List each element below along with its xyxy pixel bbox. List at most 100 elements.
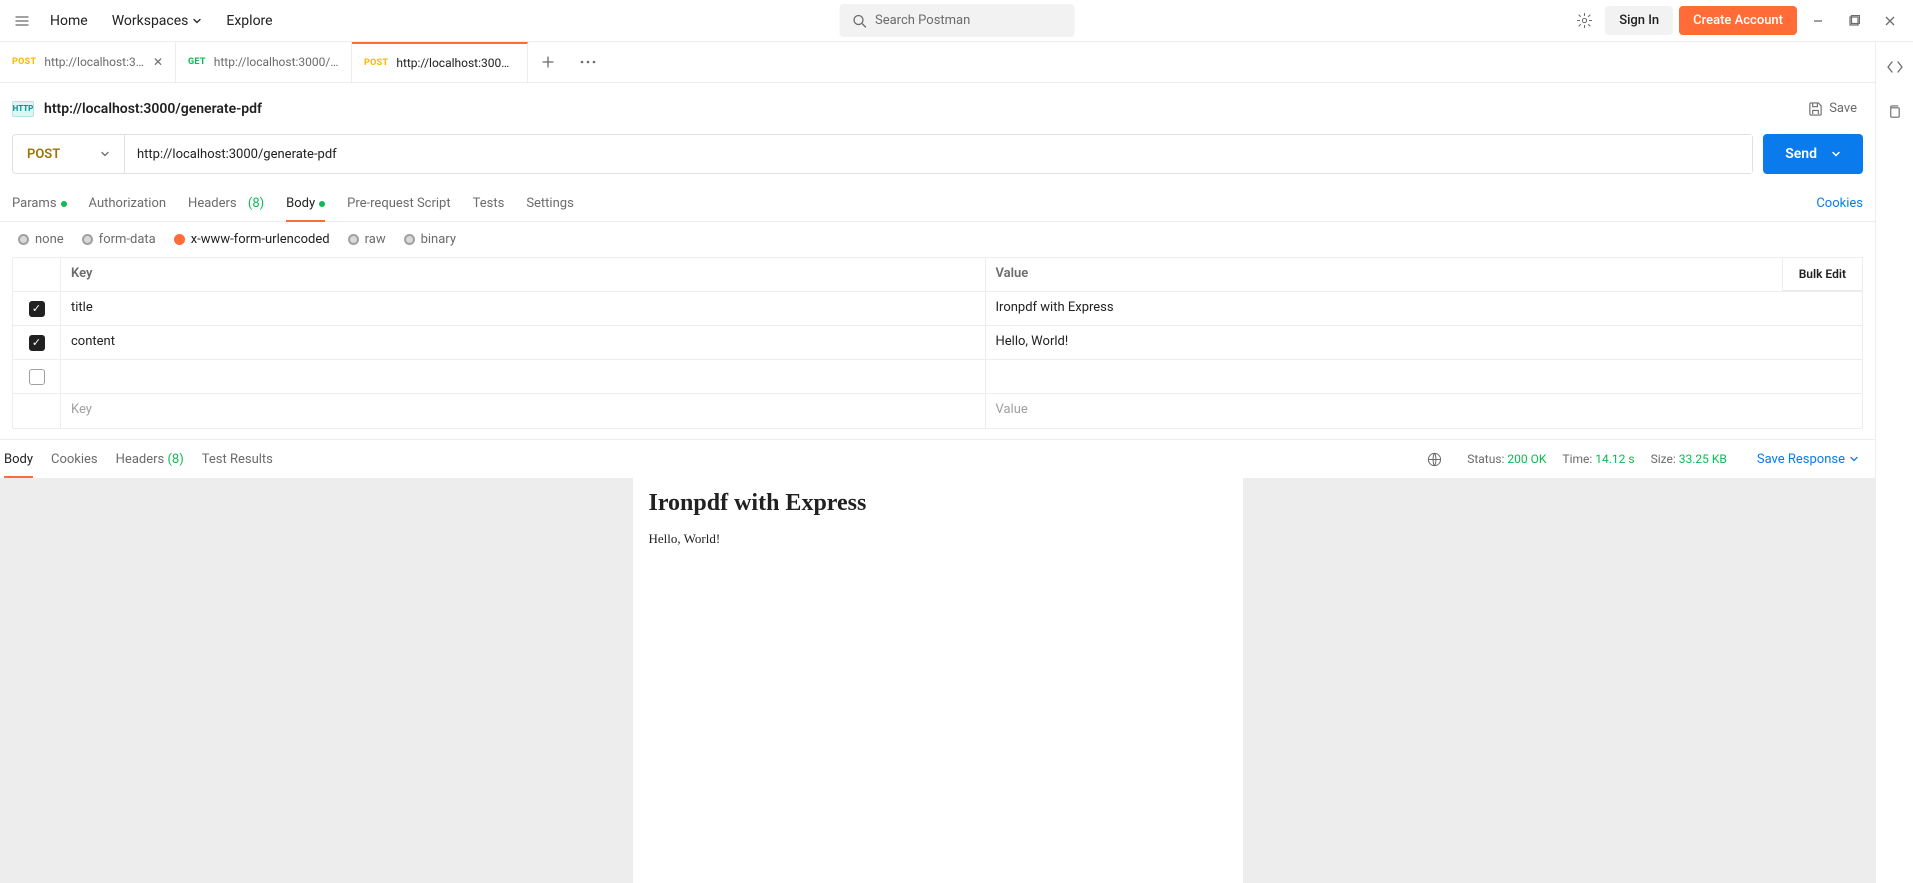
method-selector[interactable]: POST [13,135,125,173]
response-tab-testresults[interactable]: Test Results [202,440,273,478]
request-title-row: HTTP http://localhost:3000/generate-pdf … [0,83,1875,134]
request-title: http://localhost:3000/generate-pdf [44,101,262,117]
subtab-headers[interactable]: Headers (8) [188,186,264,221]
body-kv-table: Key Value ✓ title Ironpdf with Express ✓… [0,257,1875,429]
response-tab-headers[interactable]: Headers (8) [116,440,184,478]
url-box: POST [12,134,1753,174]
kv-key[interactable]: content [61,326,986,359]
response-paragraph: Hello, World! [649,531,1227,547]
request-tab-0[interactable]: POST http://localhost:3000 ✕ [0,42,176,82]
kv-key-placeholder[interactable]: Key [61,394,986,428]
tab-title: http://localhost:3000/ge [396,56,515,70]
search-input[interactable]: Search Postman [839,4,1074,37]
kv-header-key: Key [61,258,986,291]
subtab-body[interactable]: Body [286,186,325,221]
response-page: Ironpdf with Express Hello, World! [633,478,1243,883]
subtab-authorization[interactable]: Authorization [89,186,167,221]
close-icon[interactable]: ✕ [153,55,163,69]
kv-key[interactable]: title [61,292,986,325]
save-icon [1808,101,1823,116]
size-value: 33.25 KB [1679,452,1727,466]
copy-icon[interactable] [1880,96,1910,126]
send-label: Send [1785,146,1817,162]
create-account-button[interactable]: Create Account [1679,6,1797,35]
tab-method: POST [12,57,36,67]
hamburger-icon[interactable] [8,7,36,35]
url-row: POST Send [0,134,1875,186]
response-tab-body[interactable]: Body [4,440,33,478]
window-maximize-icon[interactable] [1839,6,1869,36]
globe-icon[interactable] [1419,444,1449,474]
dot-icon [61,201,67,207]
response-section: Body Cookies Headers (8) Test Results St… [0,439,1875,883]
nav-workspaces[interactable]: Workspaces [102,7,213,35]
radio-raw[interactable]: raw [348,232,386,247]
request-subtabs: Params Authorization Headers (8) Body Pr… [0,186,1875,222]
chevron-down-icon [100,149,110,159]
kv-value[interactable]: Ironpdf with Express [986,292,1863,325]
radio-none[interactable]: none [18,232,64,247]
bulk-edit-button[interactable]: Bulk Edit [1782,257,1863,291]
checkbox[interactable]: ✓ [29,301,45,317]
cookies-link[interactable]: Cookies [1816,196,1863,211]
kv-value-placeholder[interactable]: Value [986,394,1863,428]
kv-row[interactable]: ✓ title Ironpdf with Express [13,292,1862,326]
radio-xwww[interactable]: x-www-form-urlencoded [174,232,330,247]
top-bar: Home Workspaces Explore Search Postman S… [0,0,1913,42]
code-icon[interactable] [1880,52,1910,82]
url-input[interactable] [125,135,1752,173]
kv-value[interactable] [986,360,1863,393]
subtab-params[interactable]: Params [12,186,67,221]
time-value: 14.12 s [1595,452,1634,466]
tab-method: GET [188,57,206,67]
settings-icon[interactable] [1569,6,1599,36]
response-tab-cookies[interactable]: Cookies [51,440,98,478]
request-tab-2[interactable]: POST http://localhost:3000/ge [352,42,528,82]
save-label: Save [1829,101,1857,116]
send-button[interactable]: Send [1763,134,1863,174]
method-label: POST [27,147,60,162]
kv-row[interactable] [13,360,1862,394]
radio-binary[interactable]: binary [404,232,456,247]
window-close-icon[interactable] [1875,6,1905,36]
subtab-tests[interactable]: Tests [473,186,505,221]
radio-formdata[interactable]: form-data [82,232,156,247]
kv-key[interactable] [61,360,986,393]
search-icon [851,13,867,29]
chevron-down-icon [1831,149,1841,159]
subtab-prerequest[interactable]: Pre-request Script [347,186,450,221]
window-minimize-icon[interactable] [1803,6,1833,36]
nav-explore[interactable]: Explore [216,7,282,35]
right-rail [1875,42,1913,883]
response-metrics: Status: 200 OK Time: 14.12 s Size: 33.25… [1467,452,1727,466]
tab-title: http://localhost:3000 [44,55,145,69]
response-viewport[interactable]: Ironpdf with Express Hello, World! [0,478,1875,883]
kv-header-value: Value [986,258,1863,291]
save-button[interactable]: Save [1802,97,1863,120]
tab-method: POST [364,58,388,68]
dot-icon [319,201,325,207]
status-value: 200 OK [1507,452,1546,466]
nav-home[interactable]: Home [40,7,98,35]
kv-header-row: Key Value [13,258,1862,292]
response-tabs: Body Cookies Headers (8) Test Results St… [0,440,1875,478]
checkbox[interactable]: ✓ [29,335,45,351]
nav-workspaces-label: Workspaces [112,13,189,29]
request-tab-1[interactable]: GET http://localhost:3000/dow [176,42,352,82]
http-badge-icon: HTTP [12,101,34,117]
kv-value[interactable]: Hello, World! [986,326,1863,359]
response-heading: Ironpdf with Express [649,490,1227,517]
sign-in-button[interactable]: Sign In [1605,6,1673,35]
body-type-radios: none form-data x-www-form-urlencoded raw… [0,222,1875,257]
tab-title: http://localhost:3000/dow [214,55,339,69]
kv-row[interactable]: ✓ content Hello, World! [13,326,1862,360]
subtab-settings[interactable]: Settings [526,186,573,221]
search-placeholder: Search Postman [875,13,970,28]
tab-overflow-icon[interactable] [568,60,608,64]
save-response-button[interactable]: Save Response [1745,452,1871,467]
kv-row-new[interactable]: Key Value [13,394,1862,428]
chevron-down-icon [1849,454,1859,464]
new-tab-button[interactable] [528,55,568,69]
checkbox[interactable] [29,369,45,385]
chevron-down-icon [192,16,202,26]
